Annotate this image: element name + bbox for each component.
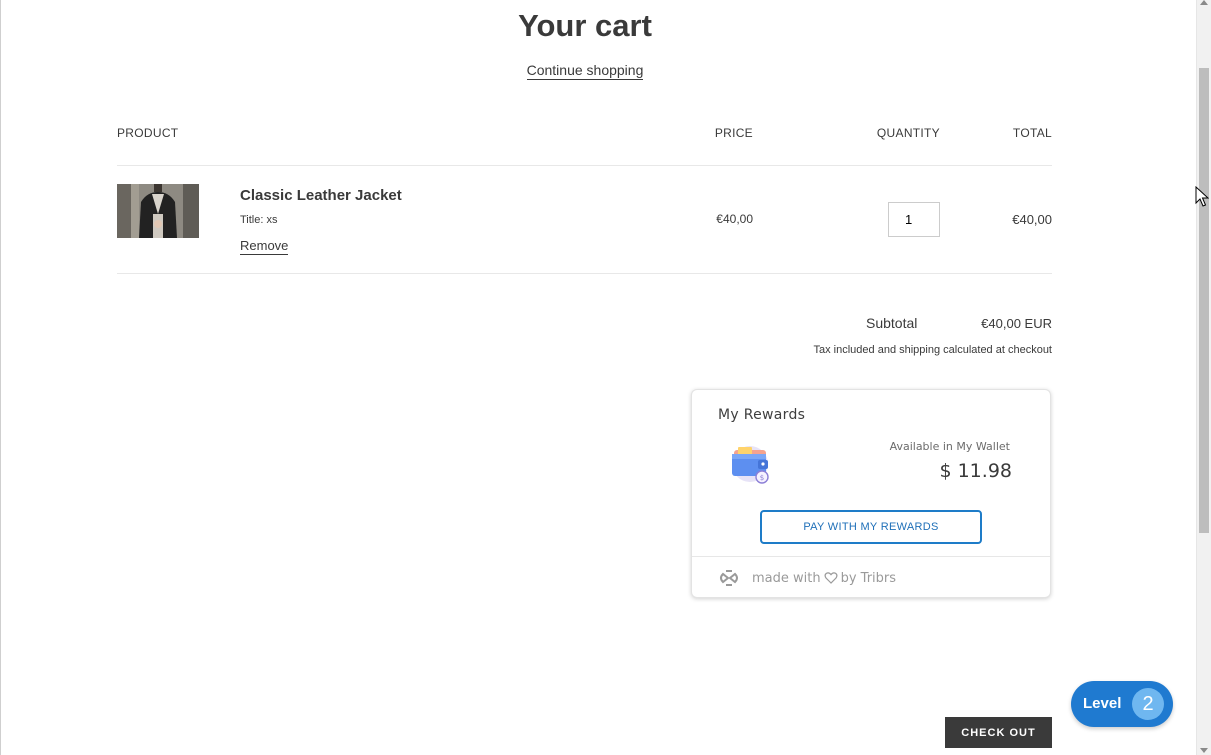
product-thumbnail[interactable] [117,184,199,238]
wallet-icon: $ [730,442,774,484]
rewards-widget: My Rewards $ Available in My Wallet $ 11… [691,389,1051,598]
level-label: Level [1083,695,1122,712]
tribrs-logo-icon [720,570,738,586]
header-quantity: QUANTITY [876,126,940,140]
header-total: TOTAL [1012,126,1052,140]
scroll-up-arrow-icon[interactable] [1200,0,1208,5]
heart-icon [824,572,838,584]
footer-by-text: by Tribrs [840,570,897,586]
subtotal-label: Subtotal [866,315,918,331]
product-name[interactable]: Classic Leather Jacket [240,187,402,204]
rewards-divider [692,556,1050,557]
pay-with-rewards-button[interactable]: PAY WITH MY REWARDS [760,510,982,544]
header-product: PRODUCT [117,126,179,140]
rewards-title: My Rewards [718,407,806,423]
table-divider-bottom [117,273,1052,274]
product-variant: Title: xs [240,214,278,226]
level-badge: 2 [1132,688,1164,720]
remove-item-link[interactable]: Remove [240,238,289,255]
window-edge [0,0,1,755]
quantity-input[interactable] [888,202,940,237]
header-price: PRICE [714,126,753,140]
rewards-footer[interactable]: made with by Tribrs [718,568,896,588]
level-widget[interactable]: Level 2 [1065,673,1178,735]
product-price: €40,00 [716,212,753,226]
mouse-cursor-icon [1195,186,1209,207]
scrollbar-thumb[interactable] [1199,68,1209,533]
continue-shopping-wrapper: Continue shopping [0,62,1170,80]
rewards-available-label: Available in My Wallet [889,440,1010,453]
level-pill[interactable]: Level 2 [1071,681,1173,727]
svg-text:$: $ [760,474,764,482]
rewards-amount: $ 11.98 [939,460,1012,482]
continue-shopping-link[interactable]: Continue shopping [526,62,644,80]
tax-note: Tax included and shipping calculated at … [813,344,1053,356]
checkout-button[interactable]: CHECK OUT [945,717,1052,748]
page-title: Your cart [518,8,652,43]
scroll-down-arrow-icon[interactable] [1200,748,1208,753]
table-divider-top [117,165,1052,166]
product-total: €40,00 [1012,212,1052,227]
vertical-scrollbar[interactable] [1196,0,1211,755]
subtotal-value: €40,00 EUR [981,316,1052,331]
footer-made-text: made with [752,570,821,586]
